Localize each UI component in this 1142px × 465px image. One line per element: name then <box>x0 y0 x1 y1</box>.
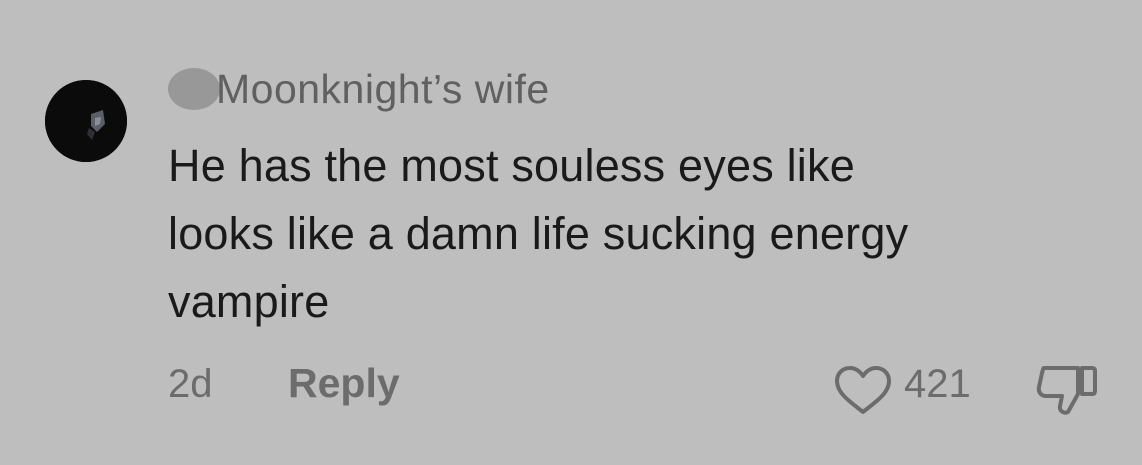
comment-item: Moonknight’s wife He has the most soules… <box>0 0 1142 465</box>
like-count: 421 <box>904 362 971 406</box>
avatar[interactable] <box>45 80 127 162</box>
avatar-image <box>45 80 127 162</box>
timestamp: 2d <box>168 362 213 406</box>
comment-header: Moonknight’s wife <box>168 64 550 114</box>
reply-button[interactable]: Reply <box>288 360 400 407</box>
comment-text-line: looks like a damn life sucking energy <box>168 208 909 259</box>
status-dot-icon <box>168 68 220 110</box>
comment-body: He has the most souless eyes like looks … <box>168 132 1098 336</box>
thumbs-down-outline-icon[interactable] <box>1034 360 1100 420</box>
heart-outline-icon[interactable] <box>832 364 894 416</box>
comment-text-line: vampire <box>168 276 330 327</box>
username[interactable]: Moonknight’s wife <box>216 66 550 113</box>
comment-text-line: He has the most souless eyes like <box>168 140 855 191</box>
